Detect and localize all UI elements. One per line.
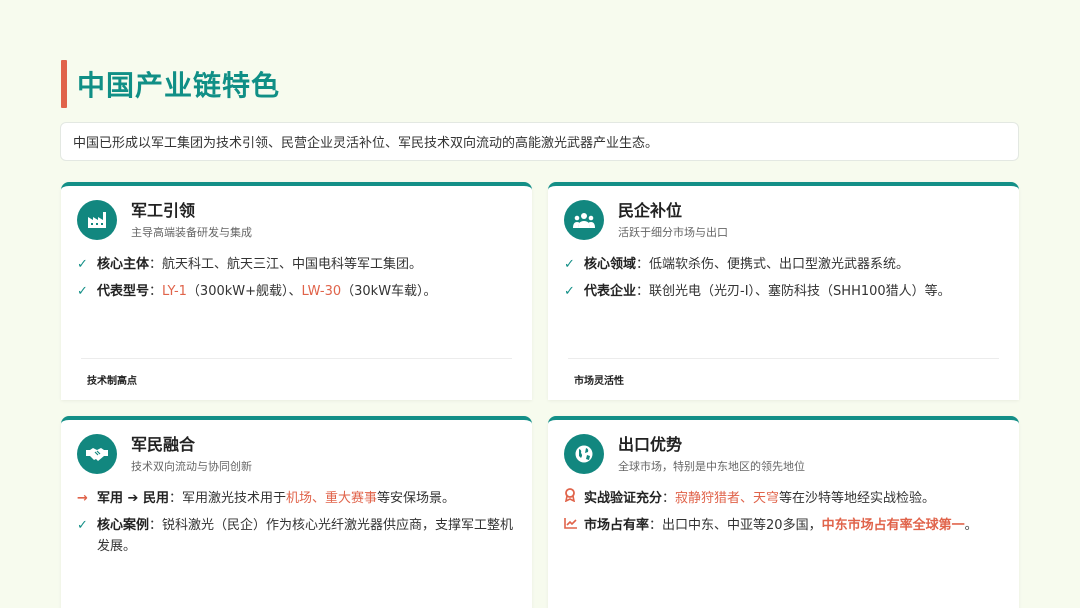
- item-highlight: 寂静狩猎者、天穹: [675, 491, 780, 506]
- item-sep: ：: [149, 518, 163, 533]
- item-sep: ：: [149, 284, 163, 299]
- item-text: 等在沙特等地经实战检验。: [779, 491, 936, 506]
- factory-icon: [77, 200, 117, 240]
- users-icon: [564, 200, 604, 240]
- item-key: 核心案例: [97, 518, 150, 533]
- list-item: ✓ 代表企业：联创光电（光刃-I）、塞防科技（SHH100猎人）等。: [564, 281, 1003, 302]
- card-items: 实战验证充分：寂静狩猎者、天穹等在沙特等地经实战检验。 市场占有率：出口中东、中…: [564, 488, 1003, 542]
- card-subtitle: 主导高端装备研发与集成: [131, 225, 252, 239]
- card-footer: 市场灵活性: [574, 376, 624, 387]
- item-text: 低端软杀伤、便携式、出口型激光武器系统。: [649, 257, 910, 272]
- item-text: （30kW车载）。: [341, 284, 437, 299]
- divider: [568, 358, 999, 359]
- card-subtitle: 活跃于细分市场与出口: [618, 225, 728, 239]
- item-text: 航天科工、航天三江、中国电科等军工集团。: [162, 257, 423, 272]
- card-title: 民企补位: [618, 200, 683, 220]
- card-header: 军民融合 技术双向流动与协同创新: [77, 434, 252, 474]
- item-key: 市场占有率: [584, 518, 650, 533]
- list-item: ✓ 核心主体：航天科工、航天三江、中国电科等军工集团。: [77, 254, 516, 275]
- list-item: ✓ 代表型号：LY-1（300kW+舰载）、LW-30（30kW车载）。: [77, 281, 516, 302]
- card-military-lead: 军工引领 主导高端装备研发与集成 ✓ 核心主体：航天科工、航天三江、中国电科等军…: [61, 182, 532, 400]
- item-key: 代表企业: [584, 284, 637, 299]
- intro-box: 中国已形成以军工集团为技术引领、民营企业灵活补位、军民技术双向流动的高能激光武器…: [60, 122, 1019, 161]
- item-sep: ：: [636, 257, 650, 272]
- list-item: 实战验证充分：寂静狩猎者、天穹等在沙特等地经实战检验。: [564, 488, 1003, 509]
- item-key: 实战验证充分: [584, 491, 663, 506]
- card-items: ✓ 核心主体：航天科工、航天三江、中国电科等军工集团。 ✓ 代表型号：LY-1（…: [77, 254, 516, 308]
- list-item: ✓ 核心领域：低端软杀伤、便携式、出口型激光武器系统。: [564, 254, 1003, 275]
- card-civil-military-fusion: 军民融合 技术双向流动与协同创新 → 军用 ➔ 民用：军用激光技术用于机场、重大…: [61, 416, 532, 608]
- item-text: 联创光电（光刃-I）、塞防科技（SHH100猎人）等。: [649, 284, 951, 299]
- card-header: 军工引领 主导高端装备研发与集成: [77, 200, 252, 240]
- list-item: ✓ 核心案例：锐科激光（民企）作为核心光纤激光器供应商，支撑军工整机发展。: [77, 515, 516, 557]
- item-sep: ：: [168, 491, 182, 506]
- card-header: 民企补位 活跃于细分市场与出口: [564, 200, 728, 240]
- item-text: 等安保场景。: [377, 491, 456, 506]
- model-ly1: LY-1: [162, 284, 187, 299]
- card-subtitle: 技术双向流动与协同创新: [131, 459, 252, 473]
- card-items: → 军用 ➔ 民用：军用激光技术用于机场、重大赛事等安保场景。 ✓ 核心案例：锐…: [77, 488, 516, 563]
- item-text: 出口中东、中亚等20多国，: [662, 518, 822, 533]
- item-key: 核心领域: [584, 257, 637, 272]
- check-icon: ✓: [77, 518, 88, 533]
- card-footer: 技术制高点: [87, 376, 137, 387]
- globe-icon: [564, 434, 604, 474]
- page-title: 中国产业链特色: [77, 69, 281, 102]
- card-export-advantage: 出口优势 全球市场，特别是中东地区的领先地位 实战验证充分：寂静狩猎者、天穹等在…: [548, 416, 1019, 608]
- check-icon: ✓: [564, 257, 575, 272]
- item-sep: ：: [662, 491, 676, 506]
- item-key: 核心主体: [97, 257, 150, 272]
- card-private-supplement: 民企补位 活跃于细分市场与出口 ✓ 核心领域：低端软杀伤、便携式、出口型激光武器…: [548, 182, 1019, 400]
- check-icon: ✓: [77, 257, 88, 272]
- check-icon: ✓: [77, 284, 88, 299]
- card-header: 出口优势 全球市场，特别是中东地区的领先地位: [564, 434, 805, 474]
- card-subtitle: 全球市场，特别是中东地区的领先地位: [618, 459, 805, 473]
- item-sep: ：: [636, 284, 650, 299]
- handshake-icon: [77, 434, 117, 474]
- item-text: 。: [964, 518, 978, 533]
- page-header: 中国产业链特色: [61, 60, 280, 108]
- card-title: 出口优势: [618, 434, 683, 454]
- card-title: 军工引领: [131, 200, 196, 220]
- intro-text: 中国已形成以军工集团为技术引领、民营企业灵活补位、军民技术双向流动的高能激光武器…: [73, 136, 659, 151]
- item-key: 军用 ➔ 民用: [97, 491, 169, 506]
- arrow-right-icon: →: [77, 491, 88, 506]
- item-text: 军用激光技术用于: [181, 491, 286, 506]
- divider: [81, 358, 512, 359]
- list-item: → 军用 ➔ 民用：军用激光技术用于机场、重大赛事等安保场景。: [77, 488, 516, 509]
- list-item: 市场占有率：出口中东、中亚等20多国，中东市场占有率全球第一。: [564, 515, 1003, 536]
- item-highlight: 机场、重大赛事: [285, 491, 377, 506]
- card-title: 军民融合: [131, 434, 196, 454]
- check-icon: ✓: [564, 284, 575, 299]
- model-lw30: LW-30: [301, 284, 342, 299]
- medal-icon: [564, 488, 584, 509]
- item-highlight: 中东市场占有率全球第一: [821, 518, 965, 533]
- item-key: 代表型号: [97, 284, 150, 299]
- item-sep: ：: [149, 257, 163, 272]
- item-text: （300kW+舰载）、: [186, 284, 302, 299]
- card-items: ✓ 核心领域：低端软杀伤、便携式、出口型激光武器系统。 ✓ 代表企业：联创光电（…: [564, 254, 1003, 308]
- item-sep: ：: [649, 518, 663, 533]
- chart-line-icon: [564, 515, 584, 536]
- title-accent-bar: [61, 60, 67, 108]
